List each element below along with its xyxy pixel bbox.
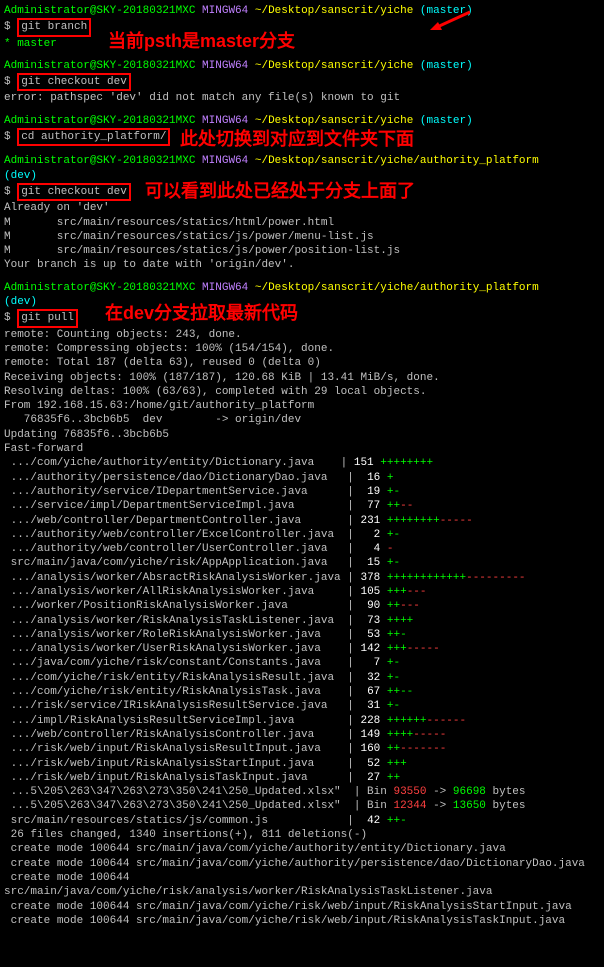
- cmd-line[interactable]: $ git checkout dev: [4, 73, 600, 91]
- file-diff: .../com/yiche/risk/entity/RiskAnalysisRe…: [4, 671, 600, 685]
- arrow-icon: [430, 10, 470, 30]
- file-diff: .../authority/web/controller/UserControl…: [4, 542, 600, 556]
- file-diff: .../analysis/worker/RoleRiskAnalysisWork…: [4, 628, 600, 642]
- prompt-line: Administrator@SKY-20180321MXC MINGW64 ~/…: [4, 59, 600, 73]
- cmd-highlight: git pull: [17, 309, 78, 327]
- create-list: create mode 100644 src/main/java/com/yic…: [4, 842, 600, 928]
- prompt-line: Administrator@SKY-20180321MXC MINGW64 ~/…: [4, 154, 600, 168]
- file-diff: .../java/com/yiche/risk/constant/Constan…: [4, 656, 600, 670]
- cmd-line[interactable]: $ git branch: [4, 18, 600, 36]
- file-diff: .../web/controller/RiskAnalysisControlle…: [4, 728, 600, 742]
- output: Resolving deltas: 100% (63/63), complete…: [4, 385, 600, 399]
- file-diff: .../authority/web/controller/ExcelContro…: [4, 528, 600, 542]
- file-diff: .../com/yiche/authority/entity/Dictionar…: [4, 456, 600, 470]
- create-mode: create mode 100644 src/main/java/com/yic…: [4, 871, 600, 900]
- output: remote: Compressing objects: 100% (154/1…: [4, 342, 600, 356]
- output: Your branch is up to date with 'origin/d…: [4, 258, 600, 272]
- file-diff: .../risk/web/input/RiskAnalysisTaskInput…: [4, 771, 600, 785]
- output: Updating 76835f6..3bcb6b5: [4, 428, 600, 442]
- file-diff: .../worker/PositionRiskAnalysisWorker.ja…: [4, 599, 600, 613]
- file-diff: .../impl/RiskAnalysisResultServiceImpl.j…: [4, 714, 600, 728]
- cmd-highlight: cd authority_platform/: [17, 128, 170, 146]
- cmd-line[interactable]: $ git pull: [4, 309, 600, 327]
- output: Fast-forward: [4, 442, 600, 456]
- file-diff: .../analysis/worker/RiskAnalysisTaskList…: [4, 614, 600, 628]
- output: remote: Total 187 (delta 63), reused 0 (…: [4, 356, 600, 370]
- annotation-4: 在dev分支拉取最新代码: [105, 302, 298, 325]
- cmd-highlight: git checkout dev: [17, 73, 131, 91]
- create-mode: create mode 100644 src/main/java/com/yic…: [4, 857, 600, 871]
- create-mode: create mode 100644 src/main/java/com/yic…: [4, 842, 600, 856]
- file-diff: .../com/yiche/risk/entity/RiskAnalysisTa…: [4, 685, 600, 699]
- file-diff: .../risk/web/input/RiskAnalysisResultInp…: [4, 742, 600, 756]
- create-mode: create mode 100644 src/main/java/com/yic…: [4, 900, 600, 914]
- annotation-1: 当前psth是master分支: [108, 30, 295, 53]
- create-mode: create mode 100644 src/main/java/com/yic…: [4, 914, 600, 928]
- file-diff-list: .../com/yiche/authority/entity/Dictionar…: [4, 456, 600, 785]
- file-diff: src/main/resources/statics/js/common.js …: [4, 814, 600, 828]
- output: 76835f6..3bcb6b5 dev -> origin/dev: [4, 413, 600, 427]
- cmd-highlight: git branch: [17, 18, 91, 36]
- summary: 26 files changed, 1340 insertions(+), 81…: [4, 828, 600, 842]
- output: M src/main/resources/statics/html/power.…: [4, 216, 600, 230]
- output: remote: Counting objects: 243, done.: [4, 328, 600, 342]
- cmd-highlight: git checkout dev: [17, 183, 131, 201]
- file-diff: .../web/controller/DepartmentController.…: [4, 514, 600, 528]
- file-diff: .../analysis/worker/AbsractRiskAnalysisW…: [4, 571, 600, 585]
- file-diff: .../service/impl/DepartmentServiceImpl.j…: [4, 499, 600, 513]
- bin-file-list: ...5\205\263\347\263\273\350\241\250_Upd…: [4, 785, 600, 814]
- output: From 192.168.15.63:/home/git/authority_p…: [4, 399, 600, 413]
- file-diff: .../authority/persistence/dao/Dictionary…: [4, 471, 600, 485]
- file-diff: .../analysis/worker/UserRiskAnalysisWork…: [4, 642, 600, 656]
- annotation-2: 此处切换到对应到文件夹下面: [180, 128, 414, 151]
- output: M src/main/resources/statics/js/power/po…: [4, 244, 600, 258]
- file-diff: .../analysis/worker/AllRiskAnalysisWorke…: [4, 585, 600, 599]
- file-diff: src/main/java/com/yiche/risk/AppApplicat…: [4, 556, 600, 570]
- output: Already on 'dev': [4, 201, 600, 215]
- file-diff: .../authority/service/IDepartmentService…: [4, 485, 600, 499]
- prompt-line: Administrator@SKY-20180321MXC MINGW64 ~/…: [4, 4, 600, 18]
- output-error: error: pathspec 'dev' did not match any …: [4, 91, 600, 105]
- prompt-branch: (dev): [4, 295, 600, 309]
- bin-file: ...5\205\263\347\263\273\350\241\250_Upd…: [4, 785, 600, 799]
- output: M src/main/resources/statics/js/power/me…: [4, 230, 600, 244]
- output: Receiving objects: 100% (187/187), 120.6…: [4, 371, 600, 385]
- annotation-3: 可以看到此处已经处于分支上面了: [145, 180, 415, 203]
- prompt-line: Administrator@SKY-20180321MXC MINGW64 ~/…: [4, 281, 600, 295]
- file-diff: .../risk/service/IRiskAnalysisResultServ…: [4, 699, 600, 713]
- output-branch: * master: [4, 37, 600, 51]
- bin-file: ...5\205\263\347\263\273\350\241\250_Upd…: [4, 799, 600, 813]
- file-diff: .../risk/web/input/RiskAnalysisStartInpu…: [4, 757, 600, 771]
- prompt-line: Administrator@SKY-20180321MXC MINGW64 ~/…: [4, 114, 600, 128]
